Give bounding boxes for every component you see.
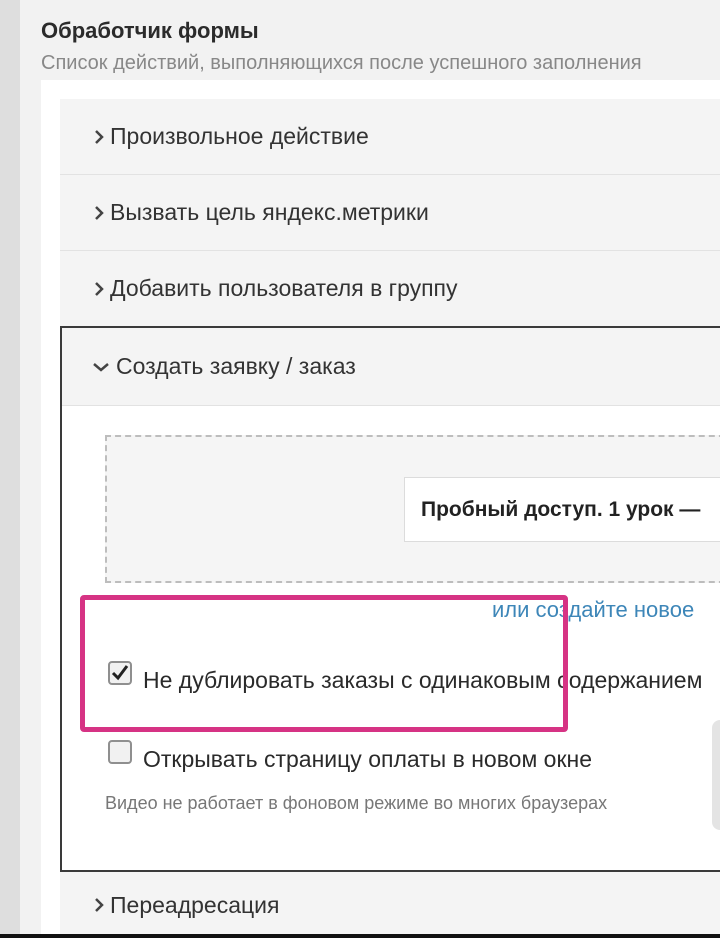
chevron-down-icon	[90, 355, 112, 379]
page-left-gutter	[0, 0, 20, 938]
action-row-custom[interactable]: Произвольное действие	[60, 99, 720, 175]
section-subtitle: Список действий, выполняющихся после усп…	[41, 52, 642, 74]
create-new-link[interactable]: или создайте новое	[492, 597, 694, 623]
section-title: Обработчик формы	[41, 18, 259, 43]
chevron-right-icon	[90, 201, 108, 225]
scroll-edge	[712, 720, 720, 830]
dedupe-orders-checkbox[interactable]	[108, 661, 132, 685]
chevron-right-icon	[90, 277, 108, 301]
open-payment-new-window-label: Открывать страницу оплаты в новом окне	[143, 746, 593, 772]
product-select[interactable]: Пробный доступ. 1 урок —	[404, 477, 720, 542]
hint-text: Видео не работает в фоновом режиме во мн…	[105, 793, 608, 813]
chevron-right-icon	[90, 893, 108, 917]
dedupe-orders-label: Не дублировать заказы с одинаковым содер…	[143, 667, 703, 693]
checkmark-icon	[111, 665, 129, 681]
action-label: Создать заявку / заказ	[116, 353, 356, 379]
action-label: Переадресация	[110, 891, 280, 918]
action-row-redirect[interactable]: Переадресация	[60, 872, 720, 938]
screen-bottom-bar	[0, 934, 720, 938]
action-header-create-order[interactable]: Создать заявку / заказ	[62, 328, 720, 406]
action-label: Добавить пользователя в группу	[110, 275, 458, 301]
action-label: Произвольное действие	[110, 123, 369, 149]
chevron-right-icon	[90, 125, 108, 149]
action-row-add-user-to-group[interactable]: Добавить пользователя в группу	[60, 251, 720, 327]
action-row-yandex-metrika[interactable]: Вызвать цель яндекс.метрики	[60, 175, 720, 251]
open-payment-new-window-checkbox[interactable]	[108, 740, 132, 764]
action-label: Вызвать цель яндекс.метрики	[110, 199, 429, 225]
